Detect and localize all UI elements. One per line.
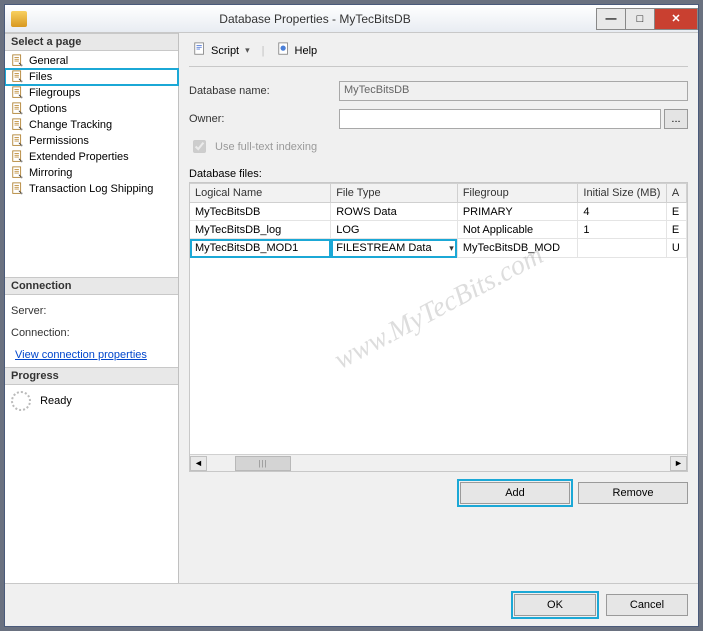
sidebar-item-filegroups[interactable]: Filegroups: [5, 85, 178, 101]
sidebar-item-extended-properties[interactable]: Extended Properties: [5, 149, 178, 165]
sidebar-item-general[interactable]: General: [5, 53, 178, 69]
dbname-label: Database name:: [189, 85, 339, 97]
scroll-left-arrow-icon[interactable]: ◄: [190, 456, 207, 471]
sidebar-item-label: General: [29, 55, 68, 67]
maximize-button[interactable]: □: [625, 8, 655, 30]
owner-field[interactable]: [339, 109, 661, 129]
cell-logical-name[interactable]: MyTecBitsDB_MOD1: [190, 239, 331, 258]
window-title: Database Properties - MyTecBitsDB: [33, 12, 597, 26]
column-header[interactable]: Filegroup: [457, 184, 578, 203]
fulltext-input: [193, 140, 206, 153]
scroll-thumb[interactable]: |||: [235, 456, 291, 471]
database-files-label: Database files:: [189, 168, 688, 180]
minimize-button[interactable]: —: [596, 8, 626, 30]
script-label: Script: [211, 45, 239, 57]
page-icon: [11, 182, 25, 196]
owner-browse-button[interactable]: ...: [664, 109, 688, 129]
column-header[interactable]: Initial Size (MB): [578, 184, 666, 203]
content-panel: Script | Help Database name: MyTecBitsDB…: [179, 33, 698, 583]
view-connection-link[interactable]: View connection properties: [11, 349, 147, 361]
cell-file-type[interactable]: ROWS Data: [331, 203, 458, 221]
sidebar-item-label: Change Tracking: [29, 119, 112, 131]
progress-status: Ready: [40, 395, 72, 407]
ok-button[interactable]: OK: [514, 594, 596, 616]
progress-header: Progress: [5, 367, 178, 385]
sidebar-item-change-tracking[interactable]: Change Tracking: [5, 117, 178, 133]
remove-button[interactable]: Remove: [578, 482, 688, 504]
script-button[interactable]: Script: [189, 41, 254, 60]
column-header[interactable]: File Type: [331, 184, 458, 203]
table-row[interactable]: MyTecBitsDB_logLOGNot Applicable1E: [190, 221, 687, 239]
page-icon: [11, 86, 25, 100]
owner-label: Owner:: [189, 113, 339, 125]
cell-extra[interactable]: U: [666, 239, 686, 258]
page-icon: [11, 102, 25, 116]
column-header[interactable]: A: [666, 184, 686, 203]
sidebar-item-label: Transaction Log Shipping: [29, 183, 153, 195]
cell-extra[interactable]: E: [666, 221, 686, 239]
sidebar-item-label: Mirroring: [29, 167, 72, 179]
toolbar: Script | Help: [189, 39, 688, 67]
fulltext-checkbox: Use full-text indexing: [189, 137, 688, 156]
page-icon: [11, 134, 25, 148]
page-icon: [11, 54, 25, 68]
sidebar-item-label: Options: [29, 103, 67, 115]
connection-label: Connection:: [11, 327, 172, 339]
cell-extra[interactable]: E: [666, 203, 686, 221]
close-button[interactable]: ✕: [654, 8, 698, 30]
table-row[interactable]: MyTecBitsDBROWS DataPRIMARY4E: [190, 203, 687, 221]
chevron-down-icon: ▾: [449, 243, 454, 254]
progress-spinner-icon: [11, 391, 31, 411]
cell-logical-name[interactable]: MyTecBitsDB_log: [190, 221, 331, 239]
help-button[interactable]: Help: [273, 41, 322, 60]
dbname-field: MyTecBitsDB: [339, 81, 688, 101]
cancel-button[interactable]: Cancel: [606, 594, 688, 616]
sidebar-item-transaction-log-shipping[interactable]: Transaction Log Shipping: [5, 181, 178, 197]
dialog-footer: OK Cancel: [5, 583, 698, 626]
sidebar-item-options[interactable]: Options: [5, 101, 178, 117]
sidebar-item-label: Files: [29, 71, 52, 83]
view-connection-text: View connection properties: [15, 349, 147, 361]
page-icon: [11, 150, 25, 164]
filetype-dropdown[interactable]: FILESTREAM Data▾: [331, 239, 457, 257]
help-icon: [277, 42, 291, 59]
column-header[interactable]: Logical Name: [190, 184, 331, 203]
horizontal-scrollbar[interactable]: ◄ ||| ►: [190, 454, 687, 471]
connection-header: Connection: [5, 277, 178, 295]
sidebar-item-files[interactable]: Files: [5, 69, 178, 85]
script-icon: [193, 42, 207, 59]
cell-initial-size[interactable]: [578, 239, 666, 258]
cell-initial-size[interactable]: 1: [578, 221, 666, 239]
cell-file-type[interactable]: FILESTREAM Data▾: [331, 239, 458, 258]
sidebar-item-mirroring[interactable]: Mirroring: [5, 165, 178, 181]
cell-logical-name[interactable]: MyTecBitsDB: [190, 203, 331, 221]
cell-filegroup[interactable]: PRIMARY: [457, 203, 578, 221]
cell-file-type[interactable]: LOG: [331, 221, 458, 239]
files-grid[interactable]: Logical NameFile TypeFilegroupInitial Si…: [189, 182, 688, 472]
table-row[interactable]: MyTecBitsDB_MOD1FILESTREAM Data▾MyTecBit…: [190, 239, 687, 258]
page-list: General Files Filegroups Options Change Trac…: [5, 51, 178, 277]
left-panel: Select a page General Files Filegroups Opti…: [5, 33, 179, 583]
sidebar-item-permissions[interactable]: Permissions: [5, 133, 178, 149]
select-page-header: Select a page: [5, 33, 178, 51]
dialog-window: Database Properties - MyTecBitsDB — □ ✕ …: [4, 4, 699, 627]
server-label: Server:: [11, 305, 172, 317]
app-icon: [11, 11, 27, 27]
sidebar-item-label: Filegroups: [29, 87, 80, 99]
add-button[interactable]: Add: [460, 482, 570, 504]
cell-filegroup[interactable]: MyTecBitsDB_MOD: [457, 239, 578, 258]
scroll-right-arrow-icon[interactable]: ►: [670, 456, 687, 471]
cell-filegroup[interactable]: Not Applicable: [457, 221, 578, 239]
sidebar-item-label: Extended Properties: [29, 151, 129, 163]
page-icon: [11, 118, 25, 132]
page-icon: [11, 166, 25, 180]
cell-initial-size[interactable]: 4: [578, 203, 666, 221]
help-label: Help: [295, 45, 318, 57]
title-bar: Database Properties - MyTecBitsDB — □ ✕: [5, 5, 698, 33]
page-icon: [11, 70, 25, 84]
sidebar-item-label: Permissions: [29, 135, 89, 147]
fulltext-label: Use full-text indexing: [215, 141, 317, 153]
